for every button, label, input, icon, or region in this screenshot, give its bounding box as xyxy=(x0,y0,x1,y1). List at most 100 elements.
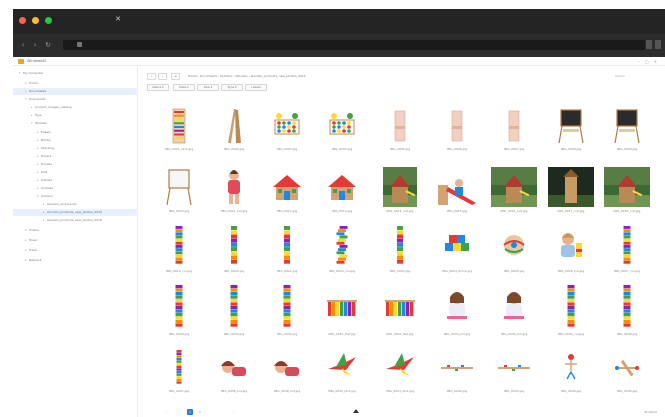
minimize-button[interactable]: – xyxy=(638,59,640,64)
tree-item[interactable]: ▸ wooden_products_new_photos_2016 xyxy=(13,217,138,224)
tree-item[interactable]: ▸ Towers xyxy=(13,153,138,160)
file-tile[interactable]: IMG_0028.jpg xyxy=(159,282,199,338)
tree-item[interactable]: ▸ Network xyxy=(13,257,138,264)
page-2-button[interactable]: 2 xyxy=(197,409,203,415)
file-tile[interactable]: IMG_0011_kid.jpg xyxy=(217,167,251,215)
file-thumbnail xyxy=(382,223,418,271)
file-tile[interactable]: IMG_0037.jpg xyxy=(158,347,200,395)
file-name: IMG_0006.jpg xyxy=(446,147,468,151)
tree-item[interactable]: ▸ product_images_catalog xyxy=(13,104,138,111)
file-tile[interactable]: IMG_0017_out.jpg xyxy=(548,167,594,215)
tree-item[interactable]: ▸ Music xyxy=(13,237,138,244)
file-tile[interactable]: IMG_0034_kid.jpg xyxy=(494,282,534,338)
tree-item[interactable]: ▸ Trash xyxy=(13,247,138,254)
file-tile[interactable]: IMG_0012.jpg xyxy=(270,167,304,215)
file-tile[interactable]: IMG_0029.jpg xyxy=(214,282,254,338)
tree-item[interactable]: ▾ My Computer xyxy=(13,70,138,77)
nav-forward-icon[interactable]: › xyxy=(31,41,39,49)
file-tile[interactable]: IMG_0045.jpg xyxy=(606,347,648,395)
file-tile[interactable]: IMG_0004.jpg xyxy=(326,107,358,153)
file-tile[interactable]: IMG_0005.jpg xyxy=(384,107,416,153)
file-tile[interactable]: IMG_0018_out.jpg xyxy=(604,167,650,215)
file-tile[interactable]: IMG_0033_kid.jpg xyxy=(437,282,477,338)
file-tile[interactable]: IMG_0010.jpg xyxy=(162,167,196,215)
tree-item[interactable]: ▾ Wooden xyxy=(13,120,138,127)
tree-item[interactable]: ▸ Documents xyxy=(13,88,138,95)
address-bar[interactable] xyxy=(63,40,645,50)
file-tile[interactable]: IMG_0009.jpg xyxy=(611,107,643,153)
file-thumbnail xyxy=(217,167,251,211)
tree-item[interactable]: ▸ Home xyxy=(13,80,138,87)
file-tile[interactable]: IMG_0024_block.jpg xyxy=(439,223,475,275)
next-page-button[interactable]: › xyxy=(231,409,237,415)
tree-item[interactable]: ▸ wooden_archive.zip xyxy=(13,201,138,208)
tree-item[interactable]: ▸ Videos xyxy=(13,227,138,234)
file-tile[interactable]: IMG_0015.jpg xyxy=(434,167,480,215)
menu-icon[interactable] xyxy=(655,40,661,49)
file-tile[interactable]: IMG_0006.jpg xyxy=(441,107,473,153)
file-tile[interactable]: IMG_0041_bird.jpg xyxy=(379,347,421,395)
file-tile[interactable]: IMG_0039_kid.jpg xyxy=(266,347,308,395)
close-window-dot[interactable] xyxy=(19,17,26,24)
file-tile[interactable]: IMG_0014_out.jpg xyxy=(383,167,417,215)
file-name: IMG_0036.jpg xyxy=(616,332,638,336)
file-tile[interactable]: IMG_0016_out.jpg xyxy=(491,167,537,215)
tree-item[interactable]: ▸ Toys xyxy=(13,112,138,119)
file-tile[interactable]: IMG_0030.jpg xyxy=(267,282,307,338)
file-tile[interactable]: IMG_0031_flat.jpg xyxy=(322,282,362,338)
file-tile[interactable]: IMG_0008.jpg xyxy=(555,107,587,153)
tree-item-label: Blocks xyxy=(41,138,51,142)
file-tile[interactable]: IMG_0043.jpg xyxy=(493,347,535,395)
tree-item[interactable]: ▸ Easels xyxy=(13,129,138,136)
scroll-up-icon[interactable] xyxy=(353,409,359,413)
file-tile[interactable]: IMG_0044.jpg xyxy=(550,347,592,395)
file-tile[interactable]: IMG_0021.jpg xyxy=(269,223,305,275)
file-tile[interactable]: IMG_0003.jpg xyxy=(271,107,303,153)
file-tile[interactable]: IMG_0002.jpg xyxy=(218,107,250,153)
nav-reload-icon[interactable]: ↻ xyxy=(44,41,52,49)
tree-item[interactable]: ▸ Animals xyxy=(13,185,138,192)
prev-page-button[interactable]: ‹ xyxy=(163,409,169,415)
file-tile[interactable]: IMG_0040_bird.jpg xyxy=(321,347,363,395)
tree-item[interactable]: ▸ wooden_products_new_photos_2015 xyxy=(13,209,138,216)
file-tile[interactable]: IMG_0025.jpg xyxy=(496,223,532,275)
close-button[interactable]: ✕ xyxy=(654,59,657,64)
file-name: IMG_0020.jpg xyxy=(223,269,245,273)
tree-item[interactable]: ▸ Blocks xyxy=(13,137,138,144)
file-name: IMG_0022_col.jpg xyxy=(328,269,356,273)
file-tile[interactable]: IMG_0001_rack.jpg xyxy=(163,107,195,153)
extension-icon[interactable] xyxy=(646,40,652,49)
maximize-button[interactable]: □ xyxy=(645,59,649,64)
file-tile[interactable]: IMG_0020.jpg xyxy=(216,223,252,275)
file-tile[interactable]: IMG_0022_col.jpg xyxy=(324,223,360,275)
file-tile[interactable]: IMG_0038_kid.jpg xyxy=(213,347,255,395)
file-tile[interactable]: IMG_0042.jpg xyxy=(436,347,478,395)
file-tile[interactable]: IMG_0007.jpg xyxy=(498,107,530,153)
tree-item-label: Documents xyxy=(29,89,47,93)
tree-item[interactable]: ▸ Stacking xyxy=(13,145,138,152)
file-tile[interactable]: IMG_0036.jpg xyxy=(607,282,647,338)
file-tile[interactable]: IMG_0023.jpg xyxy=(382,223,418,275)
tab-close-icon[interactable]: ✕ xyxy=(113,15,123,24)
tree-item[interactable]: ▸ Houses xyxy=(13,161,138,168)
window-traffic-lights xyxy=(19,17,52,24)
tree-item[interactable]: ▸ Puzzles xyxy=(13,177,138,184)
tree-item[interactable]: ▸ Kids xyxy=(13,169,138,176)
maximize-window-dot[interactable] xyxy=(45,17,52,24)
file-thumbnail xyxy=(611,107,643,149)
file-tile[interactable]: IMG_0032_flat.jpg xyxy=(380,282,420,338)
file-tile[interactable]: IMG_0013.jpg xyxy=(325,167,359,215)
tree-item[interactable]: ▾ Downloads xyxy=(13,96,138,103)
tree-item[interactable]: ▾ Outdoor xyxy=(13,193,138,200)
file-tile[interactable]: IMG_0035_col.jpg xyxy=(551,282,591,338)
file-tile[interactable]: IMG_0026_kid.jpg xyxy=(553,223,589,275)
file-name: IMG_0015.jpg xyxy=(446,209,468,213)
nav-back-icon[interactable]: ‹ xyxy=(19,41,27,49)
file-thumbnail xyxy=(163,107,195,149)
file-tile[interactable]: IMG_0027_col.jpg xyxy=(609,223,645,275)
file-thumbnail xyxy=(498,107,530,149)
file-name: IMG_0016_out.jpg xyxy=(500,209,528,213)
minimize-window-dot[interactable] xyxy=(32,17,39,24)
file-tile[interactable]: IMG_0019_col.jpg xyxy=(161,223,197,275)
page-1-button[interactable]: 1 xyxy=(187,409,193,415)
